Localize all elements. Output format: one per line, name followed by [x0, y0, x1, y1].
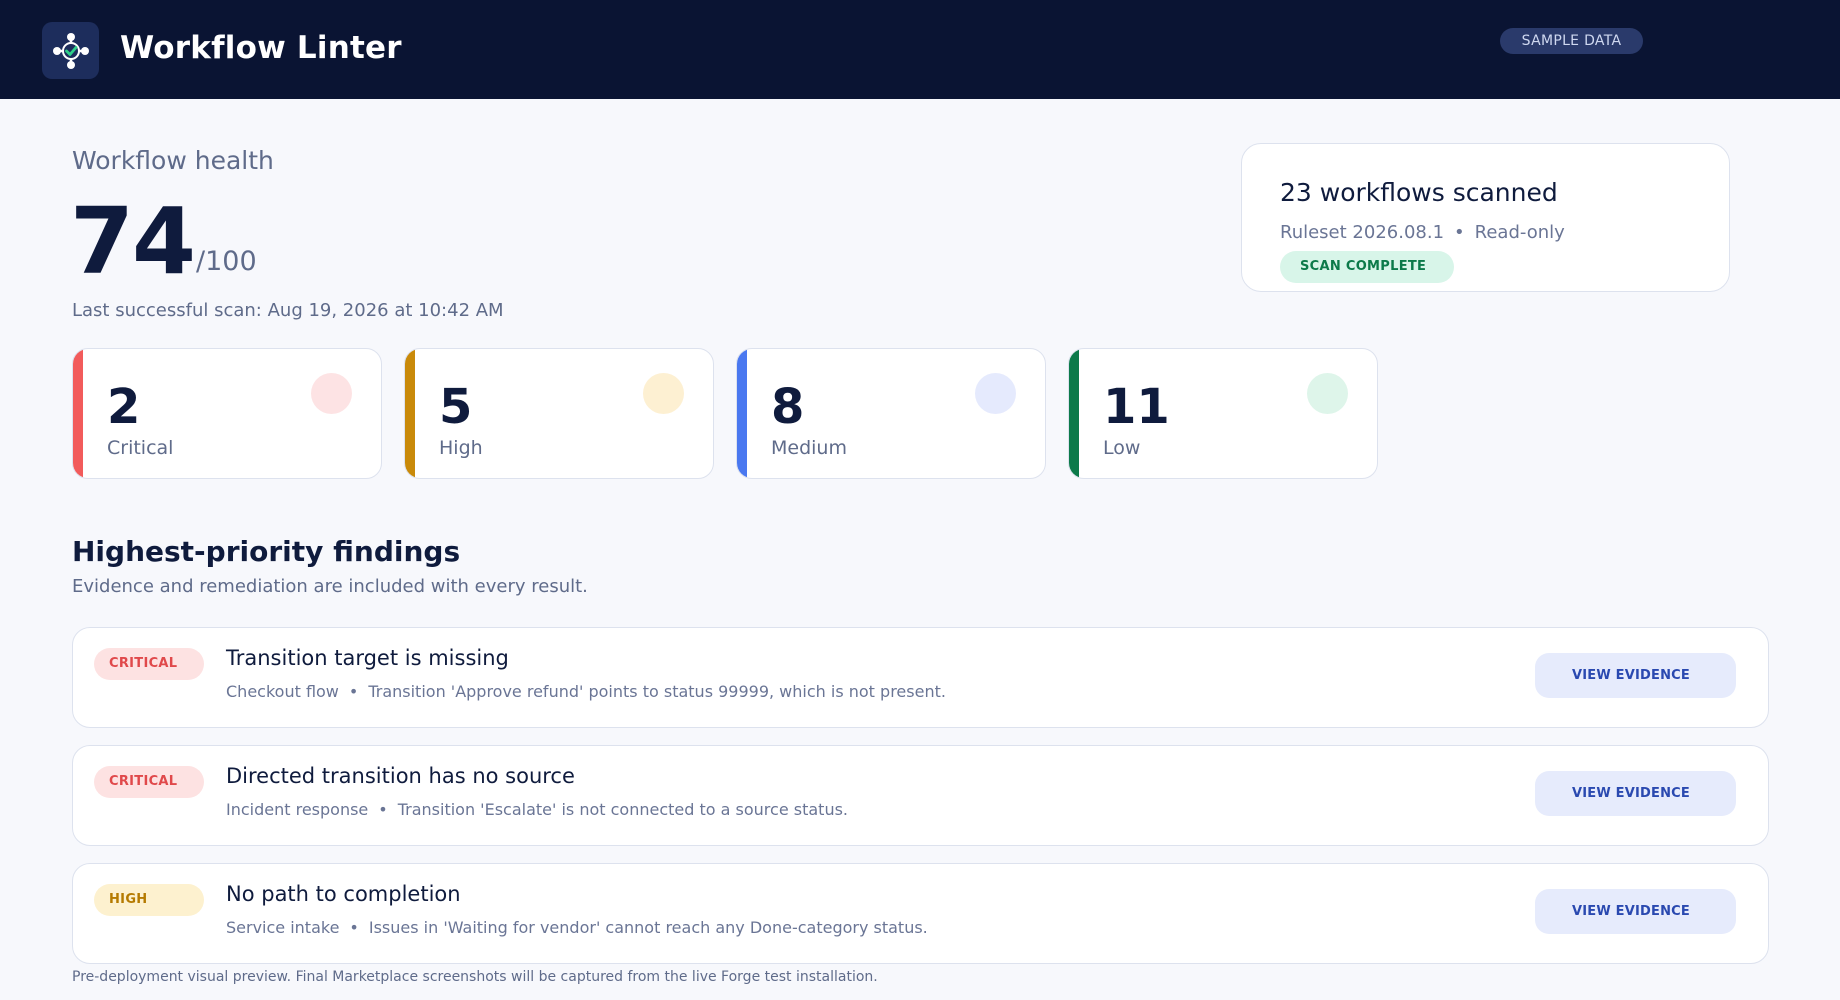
- health-score: 74: [70, 188, 196, 295]
- view-evidence-button[interactable]: VIEW EVIDENCE: [1535, 889, 1736, 934]
- severity-count: 8: [771, 379, 805, 435]
- severity-card-high[interactable]: 5 High: [404, 348, 714, 479]
- meta-separator: •: [349, 918, 359, 937]
- severity-count: 5: [439, 379, 473, 435]
- severity-dot-icon: [1307, 373, 1348, 414]
- scan-summary-card: 23 workflows scanned Ruleset 2026.08.1 • R…: [1241, 143, 1730, 292]
- app-title: Workflow Linter: [120, 30, 402, 66]
- scan-mode: Read-only: [1474, 222, 1565, 243]
- severity-tag: CRITICAL: [94, 648, 204, 680]
- severity-dot-icon: [975, 373, 1016, 414]
- severity-label: Critical: [107, 437, 174, 459]
- finding-workflow: Incident response: [226, 800, 369, 819]
- severity-card-medium[interactable]: 8 Medium: [736, 348, 1046, 479]
- severity-accent-bar: [73, 349, 83, 478]
- view-evidence-button[interactable]: VIEW EVIDENCE: [1535, 771, 1736, 816]
- sample-data-badge: SAMPLE DATA: [1500, 28, 1643, 54]
- severity-accent-bar: [405, 349, 415, 478]
- app-logo[interactable]: [42, 22, 99, 79]
- finding-title: Directed transition has no source: [226, 764, 575, 788]
- finding-title: Transition target is missing: [226, 646, 509, 670]
- severity-card-low[interactable]: 11 Low: [1068, 348, 1378, 479]
- finding-title: No path to completion: [226, 882, 461, 906]
- severity-tag: CRITICAL: [94, 766, 204, 798]
- severity-count: 11: [1103, 379, 1170, 435]
- severity-dot-icon: [643, 373, 684, 414]
- severity-accent-bar: [737, 349, 747, 478]
- finding-description: Checkout flow • Transition 'Approve refund…: [226, 682, 946, 701]
- meta-separator: •: [378, 800, 388, 819]
- workflow-logo-icon: [53, 33, 89, 69]
- top-bar: Workflow Linter SAMPLE DATA: [0, 0, 1840, 99]
- severity-dot-icon: [311, 373, 352, 414]
- severity-label: High: [439, 437, 483, 459]
- view-evidence-button[interactable]: VIEW EVIDENCE: [1535, 653, 1736, 698]
- finding-row: CRITICAL Transition target is missing Ch…: [72, 627, 1769, 728]
- severity-label: Medium: [771, 437, 847, 459]
- finding-detail: Issues in 'Waiting for vendor' cannot re…: [368, 918, 928, 937]
- footer-note: Pre-deployment visual preview. Final Mar…: [72, 969, 878, 985]
- severity-label: Low: [1103, 437, 1141, 459]
- severity-card-critical[interactable]: 2 Critical: [72, 348, 382, 479]
- health-score-max: /100: [196, 246, 257, 277]
- finding-workflow: Service intake: [226, 918, 340, 937]
- finding-description: Service intake • Issues in 'Waiting for ve…: [226, 918, 928, 937]
- finding-detail: Transition 'Approve refund' points to st…: [368, 682, 946, 701]
- severity-count: 2: [107, 379, 141, 435]
- finding-detail: Transition 'Escalate' is not connected t…: [397, 800, 849, 819]
- scan-meta: Ruleset 2026.08.1 • Read-only: [1280, 222, 1565, 243]
- finding-description: Incident response • Transition 'Escalate' …: [226, 800, 848, 819]
- finding-workflow: Checkout flow: [226, 682, 339, 701]
- health-label: Workflow health: [72, 146, 274, 175]
- finding-row: HIGH No path to completion Service intak…: [72, 863, 1769, 964]
- severity-accent-bar: [1069, 349, 1079, 478]
- meta-separator: •: [1454, 222, 1465, 243]
- scan-status-badge: SCAN COMPLETE: [1280, 251, 1454, 283]
- meta-separator: •: [348, 682, 359, 701]
- finding-row: CRITICAL Directed transition has no sour…: [72, 745, 1769, 846]
- findings-subtitle: Evidence and remediation are included wi…: [72, 576, 588, 597]
- findings-heading: Highest-priority findings: [72, 535, 461, 568]
- ruleset-version: Ruleset 2026.08.1: [1280, 222, 1445, 243]
- last-scan-timestamp: Last successful scan: Aug 19, 2026 at 10…: [72, 300, 504, 321]
- scan-title: 23 workflows scanned: [1280, 178, 1558, 207]
- severity-tag: HIGH: [94, 884, 204, 916]
